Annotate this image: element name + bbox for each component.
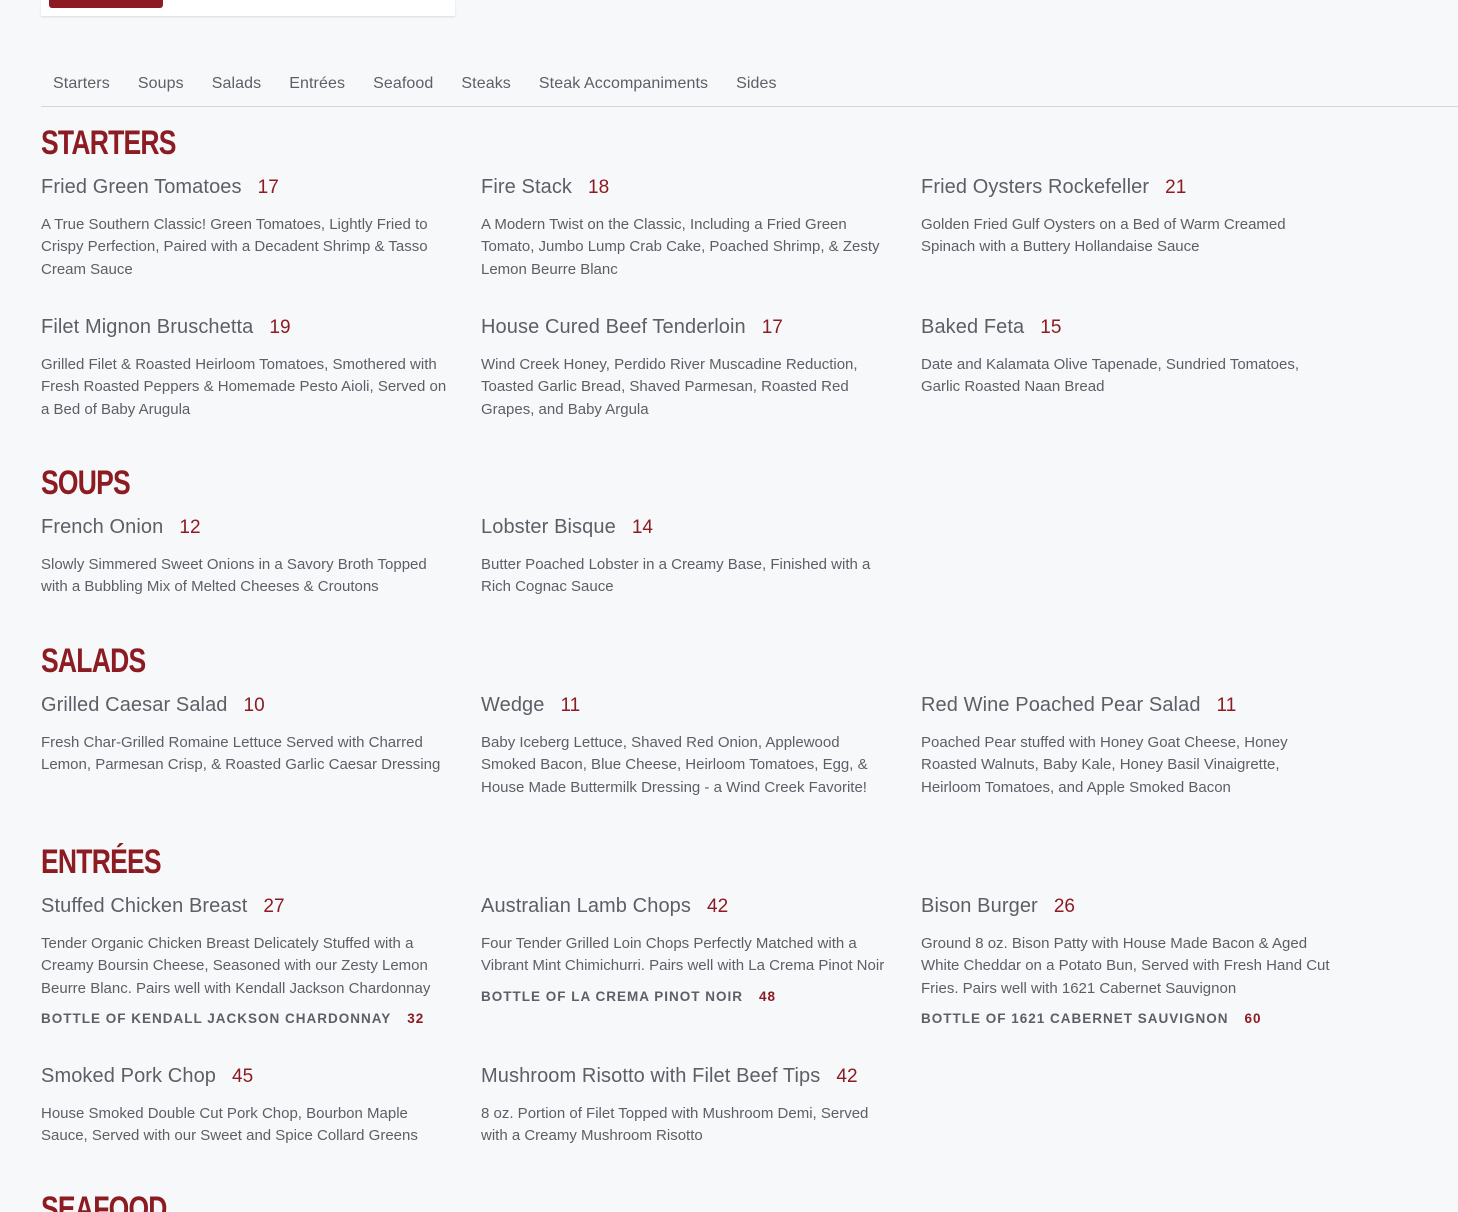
wine-pairing-label: Bottle of Kendall Jackson Chardonnay [41, 1010, 392, 1026]
section-seafood: Seafood [41, 1192, 1361, 1212]
menu-item: Fire Stack 18 A Modern Twist on the Clas… [481, 176, 893, 281]
item-name: Wedge [481, 694, 545, 716]
item-price: 17 [761, 317, 783, 338]
item-description: Tender Organic Chicken Breast Delicately… [41, 935, 431, 997]
menu-item: Bison Burger 26 Ground 8 oz. Bison Patty… [921, 895, 1333, 1026]
item-price: 27 [263, 896, 285, 917]
menu-item: House Cured Beef Tenderloin 17 Wind Cree… [481, 316, 893, 421]
item-name: Bison Burger [921, 895, 1038, 917]
wine-pairing-price: 60 [1244, 1010, 1262, 1026]
section-title: Salads [41, 642, 146, 680]
item-name: Filet Mignon Bruschetta [41, 316, 254, 338]
tab-salads[interactable]: Salads [200, 68, 276, 93]
section-title: Starters [41, 124, 177, 162]
item-price: 19 [269, 317, 291, 338]
item-price: 14 [631, 517, 653, 538]
item-description: Date and Kalamata Olive Tapenade, Sundri… [921, 356, 1300, 396]
item-description: Fresh Char-Grilled Romaine Lettuce Serve… [41, 734, 441, 774]
tab-seafood[interactable]: Seafood [361, 68, 447, 93]
item-price: 17 [257, 177, 279, 198]
menu-item: Grilled Caesar Salad 10 Fresh Char-Grill… [41, 694, 453, 777]
tab-starters[interactable]: Starters [41, 68, 124, 93]
item-price: 26 [1053, 896, 1075, 917]
item-description: Butter Poached Lobster in a Creamy Base,… [481, 556, 871, 596]
item-name: Grilled Caesar Salad [41, 694, 228, 716]
item-name: Fire Stack [481, 176, 573, 198]
section-title: Soups [41, 464, 131, 502]
wine-pairing-label: Bottle of La Crema Pinot Noir [481, 988, 743, 1004]
menu-item: Red Wine Poached Pear Salad 11 Poached P… [921, 694, 1333, 799]
section-entrees: Entrées Stuffed Chicken Breast 27 Tender… [41, 843, 1361, 1144]
item-description: Poached Pear stuffed with Honey Goat Che… [921, 734, 1288, 796]
item-name: Stuffed Chicken Breast [41, 895, 248, 917]
menu-page: Starters Soups Salads Entrées Seafood St… [0, 0, 1458, 1212]
item-description: A Modern Twist on the Classic, Including… [481, 216, 880, 278]
item-description: 8 oz. Portion of Filet Topped with Mushr… [481, 1105, 869, 1145]
item-price: 12 [179, 517, 201, 538]
item-name: Fried Green Tomatoes [41, 176, 242, 198]
item-price: 10 [243, 695, 265, 716]
menu-item: Fried Oysters Rockefeller 21 Golden Frie… [921, 176, 1333, 259]
item-name: Mushroom Risotto with Filet Beef Tips [481, 1065, 821, 1087]
wine-pairing: Bottle of Kendall Jackson Chardonnay 32 [41, 1011, 453, 1026]
item-description: A True Southern Classic! Green Tomatoes,… [41, 216, 428, 278]
menu-item: Fried Green Tomatoes 17 A True Southern … [41, 176, 453, 281]
section-starters: Starters Fried Green Tomatoes 17 A True … [41, 124, 1361, 418]
tab-steaks[interactable]: Steaks [449, 68, 525, 93]
item-description: Ground 8 oz. Bison Patty with House Made… [921, 935, 1330, 997]
menu-item: Smoked Pork Chop 45 House Smoked Double … [41, 1065, 453, 1148]
item-price: 18 [588, 177, 610, 198]
wine-pairing: Bottle of 1621 Cabernet Sauvignon 60 [921, 1011, 1333, 1026]
item-name: Red Wine Poached Pear Salad [921, 694, 1201, 716]
item-price: 45 [232, 1066, 254, 1087]
menu-item: Stuffed Chicken Breast 27 Tender Organic… [41, 895, 453, 1026]
item-name: Baked Feta [921, 316, 1025, 338]
item-description: Slowly Simmered Sweet Onions in a Savory… [41, 556, 427, 596]
item-price: 21 [1165, 177, 1187, 198]
item-name: Lobster Bisque [481, 516, 616, 538]
menu-category-tabs: Starters Soups Salads Entrées Seafood St… [41, 68, 1458, 107]
item-description: House Smoked Double Cut Pork Chop, Bourb… [41, 1105, 418, 1145]
item-name: Australian Lamb Chops [481, 895, 691, 917]
item-name: Fried Oysters Rockefeller [921, 176, 1150, 198]
menu-item: Australian Lamb Chops 42 Four Tender Gri… [481, 895, 893, 1004]
wine-pairing: Bottle of La Crema Pinot Noir 48 [481, 989, 893, 1004]
item-price: 42 [707, 896, 729, 917]
top-card-button[interactable] [49, 0, 163, 8]
item-price: 15 [1040, 317, 1062, 338]
section-salads: Salads Grilled Caesar Salad 10 Fresh Cha… [41, 642, 1361, 796]
item-name: Smoked Pork Chop [41, 1065, 217, 1087]
top-card [41, 0, 455, 16]
section-title: Seafood [41, 1190, 167, 1212]
menu-item: Baked Feta 15 Date and Kalamata Olive Ta… [921, 316, 1333, 399]
tab-sides[interactable]: Sides [724, 68, 791, 93]
menu-item: Filet Mignon Bruschetta 19 Grilled Filet… [41, 316, 453, 421]
item-description: Four Tender Grilled Loin Chops Perfectly… [481, 935, 885, 975]
item-description: Wind Creek Honey, Perdido River Muscadin… [481, 356, 858, 418]
menu-item: French Onion 12 Slowly Simmered Sweet On… [41, 516, 453, 599]
tab-soups[interactable]: Soups [126, 68, 198, 93]
wine-pairing-price: 32 [407, 1010, 425, 1026]
item-price: 11 [1216, 695, 1237, 716]
item-description: Golden Fried Gulf Oysters on a Bed of Wa… [921, 216, 1286, 256]
wine-pairing-price: 48 [759, 988, 777, 1004]
section-title: Entrées [41, 843, 162, 881]
tab-steak-accompaniments[interactable]: Steak Accompaniments [527, 68, 722, 93]
item-description: Baby Iceberg Lettuce, Shaved Red Onion, … [481, 734, 868, 796]
section-soups: Soups French Onion 12 Slowly Simmered Sw… [41, 464, 1361, 595]
item-name: House Cured Beef Tenderloin [481, 316, 746, 338]
wine-pairing-label: Bottle of 1621 Cabernet Sauvignon [921, 1010, 1229, 1026]
item-name: French Onion [41, 516, 164, 538]
menu-item: Lobster Bisque 14 Butter Poached Lobster… [481, 516, 893, 599]
item-price: 42 [836, 1066, 858, 1087]
item-price: 11 [560, 695, 581, 716]
item-description: Grilled Filet & Roasted Heirloom Tomatoe… [41, 356, 447, 418]
menu-item: Wedge 11 Baby Iceberg Lettuce, Shaved Re… [481, 694, 893, 799]
tab-entrees[interactable]: Entrées [277, 68, 359, 93]
menu-item: Mushroom Risotto with Filet Beef Tips 42… [481, 1065, 893, 1148]
